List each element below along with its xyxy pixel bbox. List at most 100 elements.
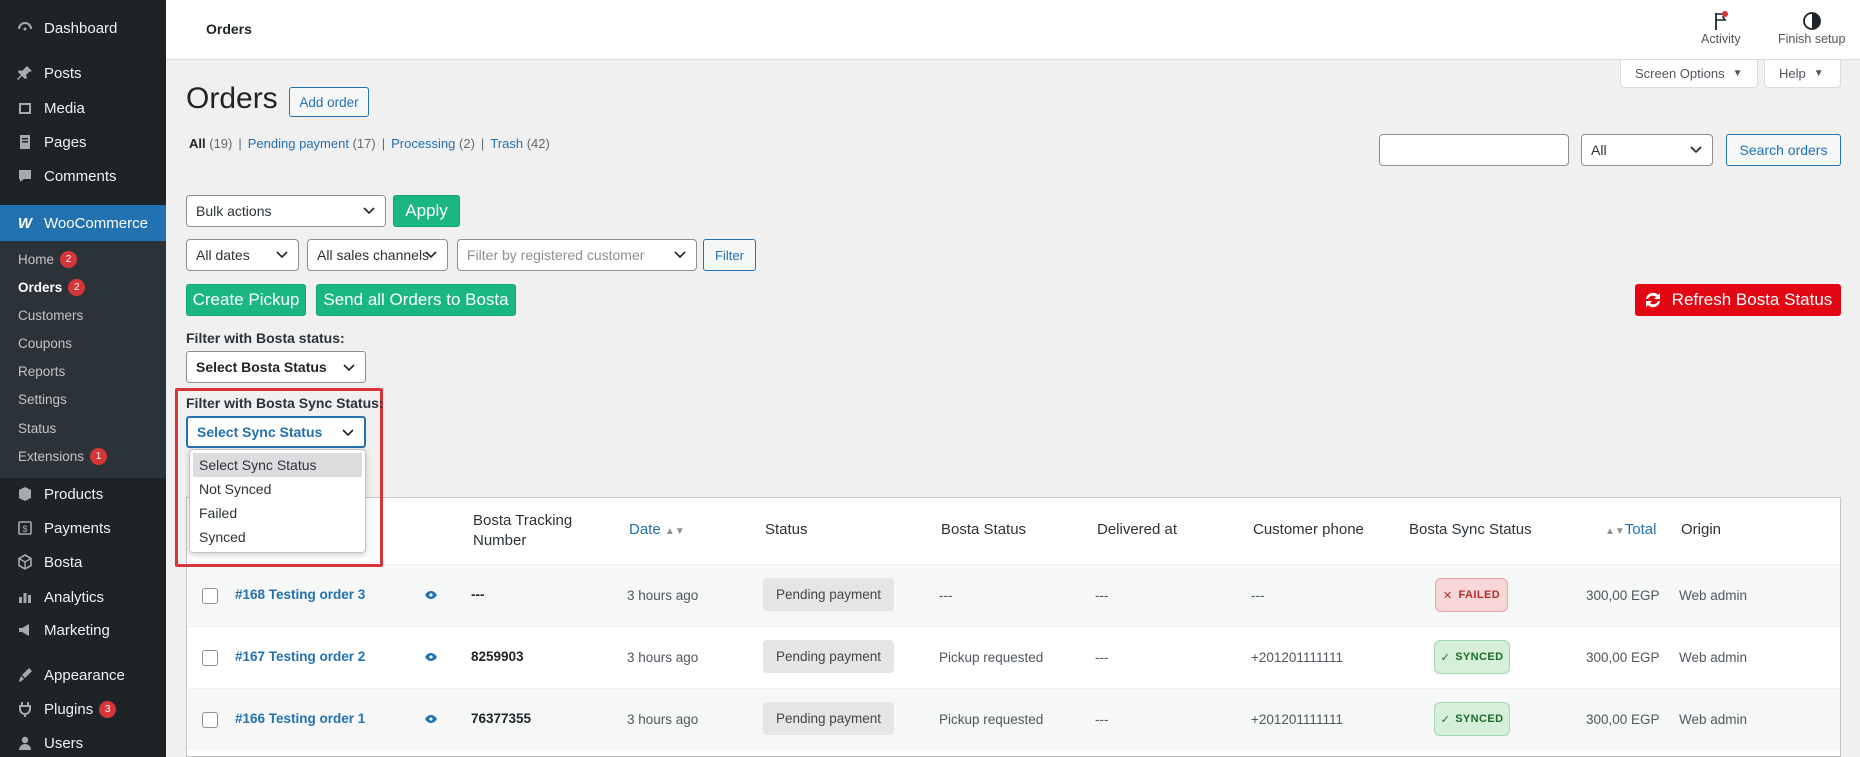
order-origin: Web admin (1679, 650, 1748, 665)
view-label: Processing (391, 136, 456, 151)
search-input[interactable] (1379, 134, 1569, 166)
sync-label: SYNCED (1455, 651, 1504, 663)
top-header: Orders Activity Finish setup (166, 0, 1860, 60)
tracking-number: 8259903 (471, 649, 524, 664)
menu-bosta[interactable]: Bosta (0, 545, 166, 579)
submenu-coupons[interactable]: Coupons (18, 336, 72, 351)
delivered-at: --- (1095, 588, 1109, 603)
table-row[interactable]: #168 Testing order 3 --- 3 hours ago Pen… (187, 564, 1840, 626)
menu-users[interactable]: Users (0, 726, 166, 757)
submenu-home[interactable]: Home 2 (18, 251, 78, 268)
activity-button[interactable]: Activity (1701, 10, 1741, 46)
bosta-icon (16, 553, 34, 571)
flag-icon (1711, 10, 1731, 32)
header-origin: Origin (1681, 521, 1722, 538)
help-label: Help (1779, 66, 1806, 81)
search-orders-button[interactable]: Search orders (1726, 134, 1841, 166)
order-link[interactable]: #168 Testing order 3 (235, 587, 365, 602)
view-pending[interactable]: Pending payment (17) (248, 136, 376, 151)
finish-setup-button[interactable]: Finish setup (1778, 10, 1845, 46)
option-failed[interactable]: Failed (193, 501, 362, 525)
menu-dashboard[interactable]: Dashboard (0, 11, 166, 45)
submenu-settings[interactable]: Settings (18, 392, 67, 407)
view-processing[interactable]: Processing (2) (391, 136, 475, 151)
screen-options-label: Screen Options (1635, 66, 1725, 81)
order-date: 3 hours ago (627, 712, 699, 727)
menu-marketing[interactable]: Marketing (0, 613, 166, 647)
half-circle-icon (1802, 10, 1822, 32)
menu-woocommerce[interactable]: W WooCommerce (0, 205, 166, 241)
menu-label: Bosta (44, 553, 83, 571)
header-sync-status: Bosta Sync Status (1409, 521, 1532, 538)
bosta-status: --- (939, 588, 953, 603)
sync-status-dropdown: Select Sync Status Not Synced Failed Syn… (189, 449, 366, 553)
sales-channel-select[interactable]: All sales channels (307, 239, 448, 271)
menu-payments[interactable]: $ Payments (0, 511, 166, 545)
sync-status-select[interactable]: Select Sync Status (186, 416, 366, 448)
order-link[interactable]: #167 Testing order 2 (235, 649, 365, 664)
bulk-actions-select[interactable]: Bulk actions (186, 195, 386, 227)
menu-plugins[interactable]: Plugins 3 (0, 692, 166, 726)
view-all[interactable]: All (19) (189, 136, 232, 151)
bosta-status-select[interactable]: Select Bosta Status (186, 351, 366, 383)
sync-status-badge: ✕ FAILED (1435, 578, 1508, 612)
date-filter-select[interactable]: All dates (186, 239, 299, 271)
order-origin: Web admin (1679, 588, 1748, 603)
row-checkbox[interactable] (202, 712, 218, 728)
add-order-button[interactable]: Add order (289, 87, 369, 117)
option-not-synced[interactable]: Not Synced (193, 477, 362, 501)
refresh-bosta-status-button[interactable]: Refresh Bosta Status (1635, 284, 1841, 316)
sync-label: SYNCED (1455, 713, 1504, 725)
view-trash[interactable]: Trash (42) (490, 136, 550, 151)
menu-media[interactable]: Media (0, 91, 166, 125)
eye-icon[interactable] (424, 712, 438, 726)
table-row[interactable]: #167 Testing order 2 8259903 3 hours ago… (187, 626, 1840, 688)
count-badge: 3 (99, 700, 117, 718)
separator: | (238, 136, 242, 151)
chevron-down-icon (343, 359, 355, 375)
submenu-reports[interactable]: Reports (18, 364, 65, 379)
order-link[interactable]: #166 Testing order 1 (235, 711, 365, 726)
view-label: Trash (490, 136, 524, 151)
submenu-status[interactable]: Status (18, 421, 56, 436)
apply-button[interactable]: Apply (393, 195, 460, 227)
customer-phone: --- (1251, 588, 1265, 603)
customer-filter-select[interactable]: Filter by registered customer (457, 239, 697, 271)
filter-button[interactable]: Filter (703, 239, 756, 271)
send-all-orders-button[interactable]: Send all Orders to Bosta (316, 284, 516, 316)
eye-icon[interactable] (424, 588, 438, 602)
search-status-select[interactable]: All (1581, 134, 1713, 166)
order-date: 3 hours ago (627, 588, 699, 603)
submenu-customers[interactable]: Customers (18, 308, 83, 323)
caret-down-icon: ▼ (1732, 68, 1743, 79)
menu-appearance[interactable]: Appearance (0, 658, 166, 692)
option-select-sync-status[interactable]: Select Sync Status (193, 453, 362, 477)
header-total[interactable]: ▲▼Total (1605, 521, 1656, 538)
menu-posts[interactable]: Posts (0, 56, 166, 90)
eye-icon[interactable] (424, 650, 438, 664)
select-value: All (1591, 142, 1607, 158)
chevron-down-icon (363, 205, 375, 217)
create-pickup-button[interactable]: Create Pickup (186, 284, 306, 316)
menu-pages[interactable]: Pages (0, 125, 166, 159)
view-label: All (189, 136, 206, 151)
bosta-status: Pickup requested (939, 650, 1044, 665)
submenu-extensions[interactable]: Extensions 1 (18, 448, 108, 465)
order-origin: Web admin (1679, 712, 1748, 727)
menu-comments[interactable]: Comments (0, 159, 166, 193)
submenu-orders[interactable]: Orders 2 (18, 279, 86, 296)
header-date[interactable]: Date ▲▼ (629, 521, 685, 538)
option-synced[interactable]: Synced (193, 525, 362, 549)
header-customer-phone: Customer phone (1253, 521, 1364, 538)
table-row[interactable]: #166 Testing order 1 76377355 3 hours ag… (187, 688, 1840, 750)
submenu-label: Customers (18, 308, 84, 323)
row-checkbox[interactable] (202, 588, 218, 604)
menu-analytics[interactable]: Analytics (0, 580, 166, 614)
screen-options-tab[interactable]: Screen Options ▼ (1620, 60, 1758, 88)
delivered-at: --- (1095, 712, 1109, 727)
help-tab[interactable]: Help ▼ (1764, 60, 1841, 88)
menu-label: Plugins (44, 700, 94, 718)
menu-products[interactable]: Products (0, 477, 166, 511)
sort-icon: ▲▼ (664, 526, 685, 537)
row-checkbox[interactable] (202, 650, 218, 666)
